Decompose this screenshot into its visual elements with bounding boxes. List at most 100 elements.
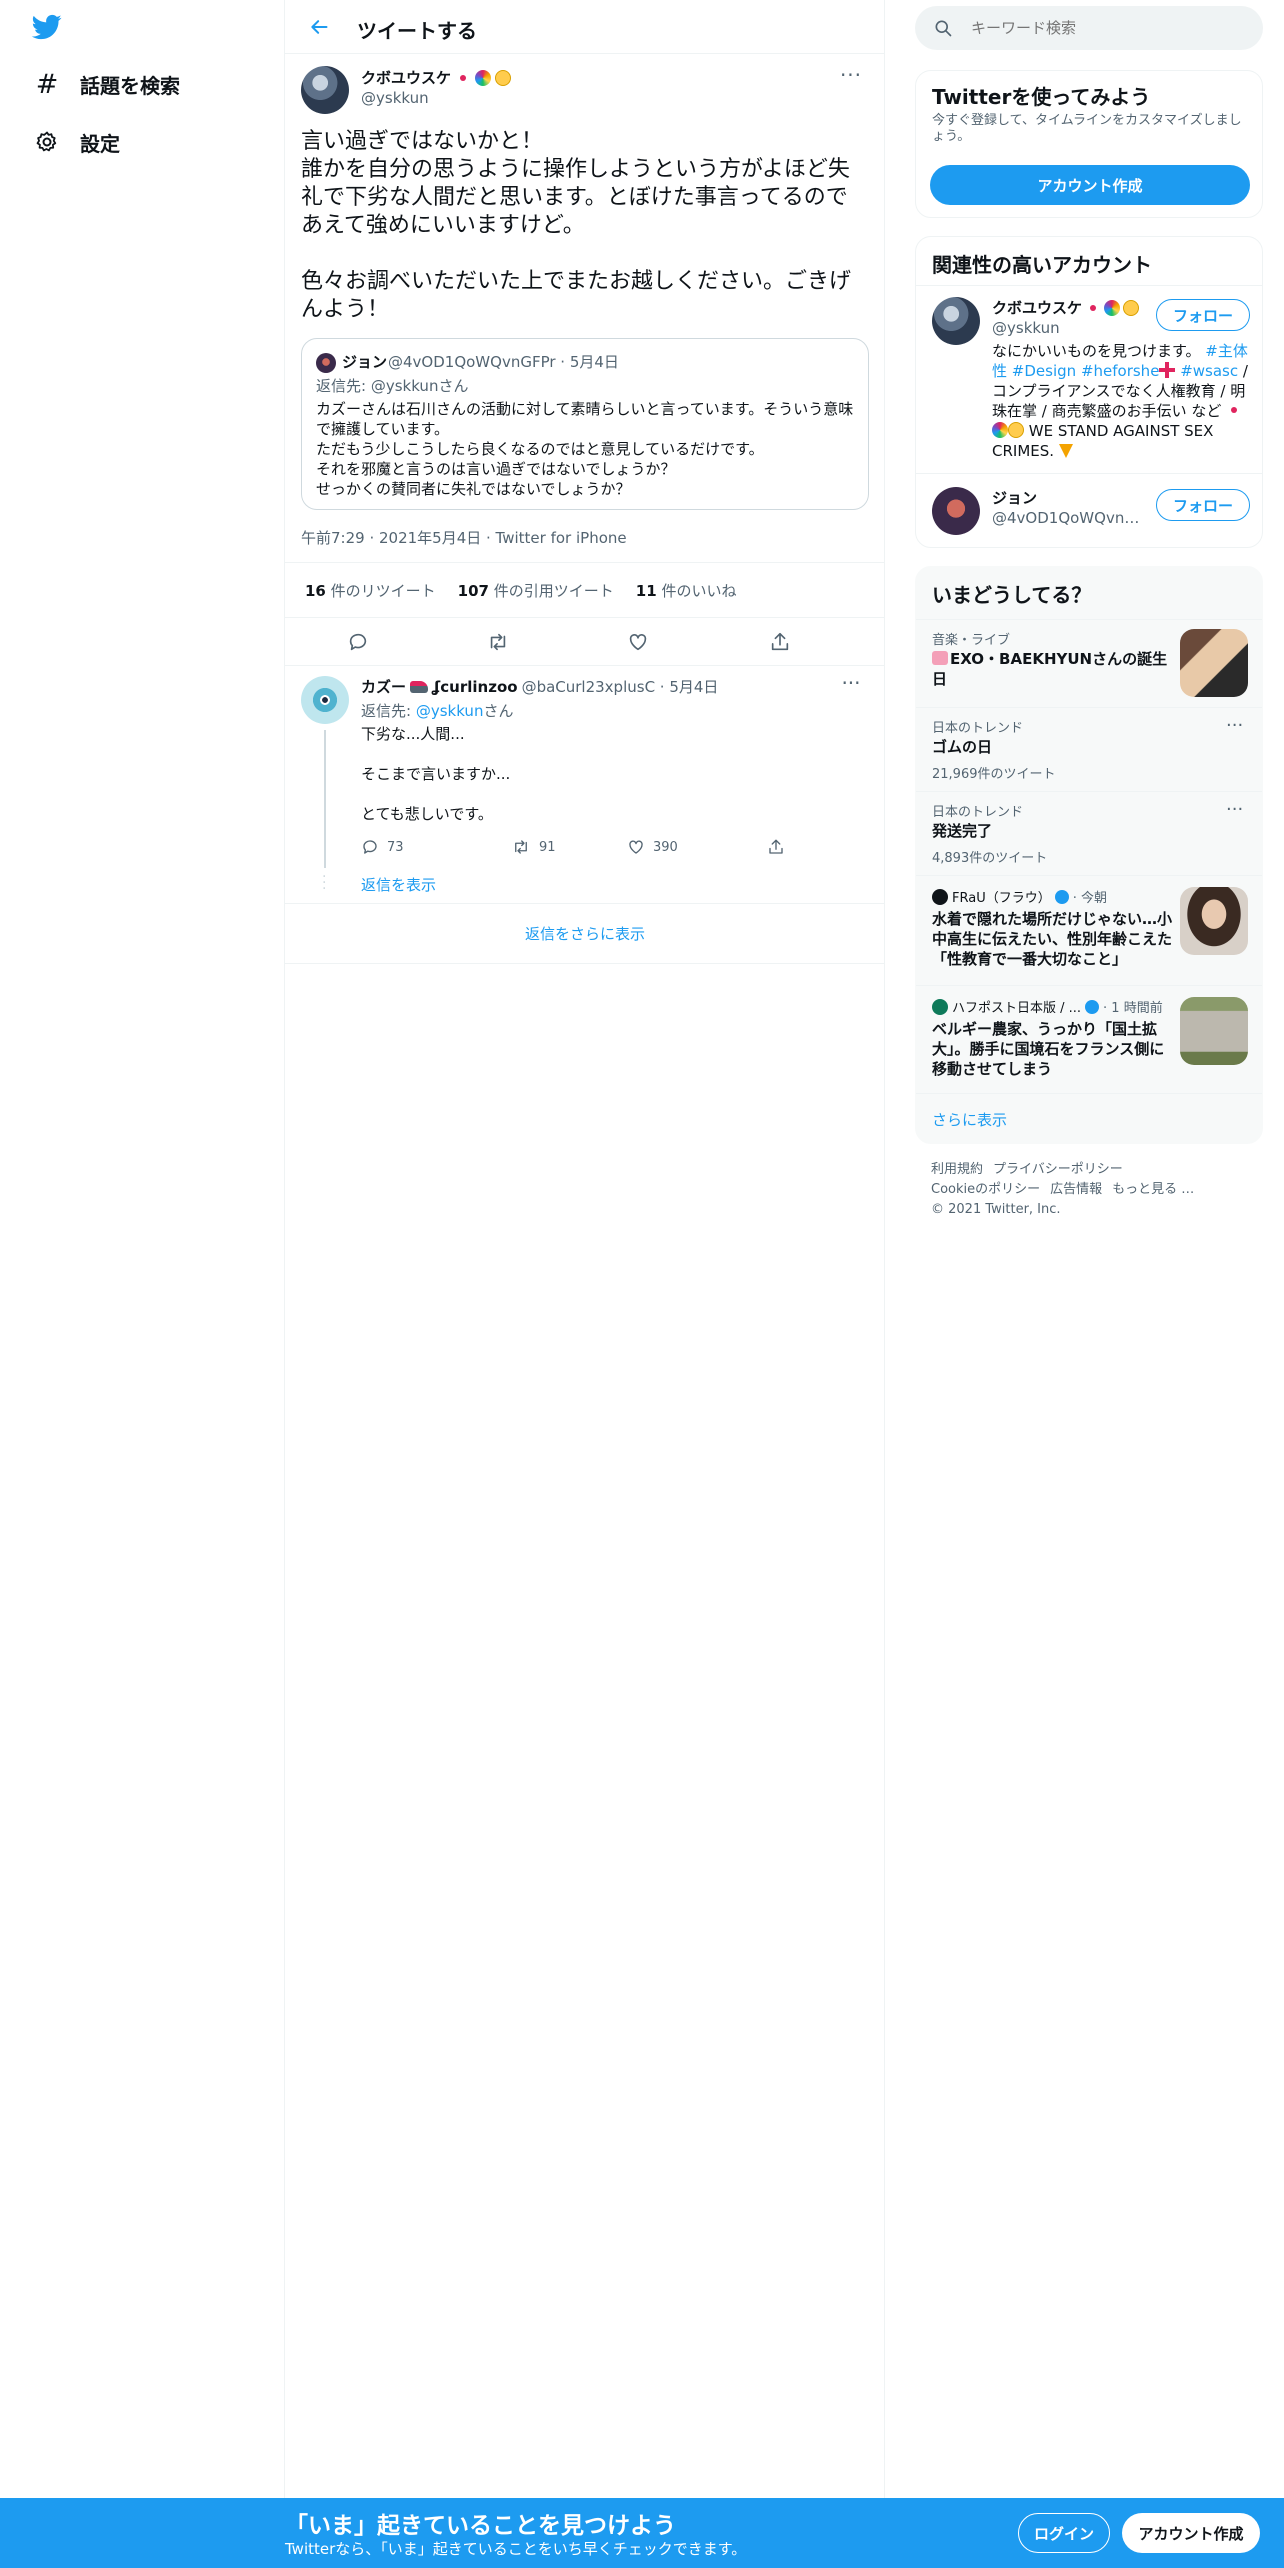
footer-terms-link[interactable]: 利用規約: [931, 1162, 983, 1177]
search-input[interactable]: [971, 19, 1251, 37]
likes-label: 件のいいね: [661, 581, 737, 600]
reply-context-link[interactable]: @yskkun: [416, 702, 484, 720]
footer-more-link[interactable]: もっと見る …: [1112, 1182, 1194, 1197]
nav-settings[interactable]: 設定: [32, 122, 120, 162]
trend-item[interactable]: 日本のトレンド 発送完了 4,893件のツイート ···: [916, 791, 1262, 875]
author-name: クボユウスケ: [361, 69, 452, 87]
tweet-meta[interactable]: 午前7:29 · 2021年5月4日 · Twitter for iPhone: [301, 527, 627, 548]
reply-more-options-icon[interactable]: ···: [837, 673, 865, 696]
author-name-row[interactable]: クボユウスケ: [361, 67, 512, 88]
retweet-button[interactable]: [485, 629, 511, 655]
thread-dots-icon: · · ·: [322, 869, 327, 897]
trend-context: 音楽・ライブ: [932, 633, 1011, 648]
show-replies-link[interactable]: 返信を表示: [361, 874, 436, 895]
twitter-logo-icon[interactable]: [30, 12, 64, 42]
reply-share-button[interactable]: [767, 838, 785, 856]
footer-cookies-link[interactable]: Cookieのポリシー: [931, 1182, 1040, 1197]
trends-title: いまどうしてる？: [932, 583, 1092, 607]
trend-more-icon[interactable]: ···: [1226, 717, 1243, 735]
reply-author-handle[interactable]: @baCurl23xplusC · 5月4日: [522, 676, 719, 697]
news-item[interactable]: ハフポスト日本版 / ... · 1 時間前 ベルギー農家、うっかり「国土拡大」…: [916, 985, 1262, 1093]
hashtag-link[interactable]: #wsasc: [1180, 362, 1238, 380]
related-account-avatar[interactable]: [932, 297, 980, 345]
reply-tweet[interactable]: · · · カズー ʆcurlinzoo @baCurl23xplusC · 5月4…: [285, 666, 885, 904]
footer-privacy-link[interactable]: プライバシーポリシー: [993, 1162, 1123, 1177]
quote-author-name: ジョン: [342, 353, 388, 371]
share-button[interactable]: [767, 629, 793, 655]
reply-context: 返信先: @yskkunさん: [361, 700, 513, 721]
reply-author-name[interactable]: カズー: [361, 676, 406, 697]
related-account-avatar[interactable]: [932, 487, 980, 535]
divider: [916, 1093, 1262, 1094]
reply-like-button[interactable]: 390: [627, 838, 678, 856]
retweets-stat[interactable]: 16 件のリツイート: [305, 580, 436, 601]
footer-ads-link[interactable]: 広告情報: [1050, 1182, 1102, 1197]
like-button[interactable]: [625, 629, 651, 655]
trends-card: いまどうしてる？ 音楽・ライブ EXO・BAEKHYUNさんの誕生日 日本のトレ…: [915, 566, 1263, 1144]
divider: [916, 473, 1262, 474]
trend-title: ゴムの日: [932, 738, 993, 756]
quote-reply-context: 返信先: @yskkunさん: [316, 375, 468, 396]
reply-reply-button[interactable]: 73: [361, 838, 404, 856]
pizza-emoji-icon: [1058, 444, 1073, 458]
rainbow-emoji-icon: [475, 69, 492, 86]
hashtag-link[interactable]: #Design: [1012, 362, 1076, 380]
trend-item[interactable]: 音楽・ライブ EXO・BAEKHYUNさんの誕生日: [916, 619, 1262, 707]
trend-more-icon[interactable]: ···: [1226, 801, 1243, 819]
trend-image: [1180, 629, 1248, 697]
tweet-stats: 16 件のリツイート 107 件の引用ツイート 11 件のいいね: [285, 562, 885, 618]
author-avatar[interactable]: [301, 66, 349, 114]
nav-explore[interactable]: # 話題を検索: [32, 64, 180, 104]
search-bar[interactable]: [915, 6, 1263, 50]
quote-author-handle: @4vOD1QoWQvnGFPr · 5月4日: [388, 353, 619, 371]
smile-emoji-icon: [495, 69, 512, 86]
news-source-row: FRaU（フラウ） · 今朝: [932, 887, 1172, 906]
trend-context: 日本のトレンド: [932, 805, 1024, 820]
hashtag-icon: #: [35, 68, 59, 100]
reply-retweet-button[interactable]: 91: [511, 838, 556, 856]
trend-context: 日本のトレンド: [932, 721, 1024, 736]
related-accounts-title: 関連性の高いアカウント: [932, 253, 1152, 277]
follow-button[interactable]: フォロー: [1156, 489, 1250, 521]
quote-reply-prefix: 返信先:: [316, 377, 371, 395]
author-handle[interactable]: @yskkun: [361, 89, 429, 107]
news-title: 水着で隠れた場所だけじゃない…小中高生に伝えたい、性別年齢こえた「性教育で一番大…: [932, 910, 1172, 968]
related-account-handle[interactable]: @yskkun: [992, 319, 1060, 337]
gear-icon: [32, 127, 62, 157]
related-account-handle[interactable]: @4vOD1QoWQvnGFPr: [992, 509, 1142, 527]
related-account-name: クボユウスケ: [992, 299, 1083, 317]
news-source: ハフポスト日本版 / ...: [952, 1001, 1082, 1016]
trends-show-more-link[interactable]: さらに表示: [932, 1109, 1007, 1130]
related-account-name[interactable]: ジョン: [992, 487, 1037, 508]
verified-badge-icon: [1085, 999, 1100, 1014]
banner-create-account-button[interactable]: アカウント作成: [1122, 2513, 1260, 2553]
hashtag-link[interactable]: #heforshe: [1081, 362, 1159, 380]
news-source-row: ハフポスト日本版 / ... · 1 時間前: [932, 997, 1172, 1016]
quotes-stat[interactable]: 107 件の引用ツイート: [458, 580, 614, 601]
reply-author-name-suffix[interactable]: ʆcurlinzoo: [432, 678, 518, 696]
smile-emoji-icon: [1008, 422, 1024, 438]
create-account-button[interactable]: アカウント作成: [930, 165, 1250, 205]
reply-header: カズー ʆcurlinzoo @baCurl23xplusC · 5月4日: [361, 676, 718, 697]
reply-context-prefix: 返信先:: [361, 702, 416, 720]
follow-button[interactable]: フォロー: [1156, 299, 1250, 331]
reply-like-count: 390: [653, 839, 678, 855]
quoted-tweet[interactable]: ジョン @4vOD1QoWQvnGFPr · 5月4日 返信先: @yskkun…: [301, 338, 869, 510]
login-button[interactable]: ログイン: [1018, 2513, 1110, 2553]
related-account-name-row[interactable]: クボユウスケ: [992, 297, 1140, 318]
divider: [916, 285, 1262, 286]
back-button[interactable]: [305, 13, 333, 41]
signup-card-description: 今すぐ登録して、タイムラインをカスタマイズしましょう。: [932, 113, 1242, 144]
reply-author-avatar[interactable]: [301, 676, 349, 724]
more-options-icon[interactable]: ···: [837, 65, 865, 88]
quotes-count: 107: [457, 581, 489, 600]
likes-stat[interactable]: 11 件のいいね: [636, 580, 737, 601]
retweet-icon: [490, 633, 506, 651]
trend-item[interactable]: 日本のトレンド ゴムの日 21,969件のツイート ···: [916, 707, 1262, 791]
news-image: [1180, 997, 1248, 1065]
news-item[interactable]: FRaU（フラウ） · 今朝 水着で隠れた場所だけじゃない…小中高生に伝えたい、…: [916, 875, 1262, 985]
trend-title: 発送完了: [932, 822, 993, 840]
reply-button[interactable]: [345, 629, 371, 655]
show-more-replies-link[interactable]: 返信をさらに表示: [285, 904, 885, 964]
banner-subtitle: Twitterなら、「いま」起きていることをいち早くチェックできます。: [285, 2540, 747, 2558]
